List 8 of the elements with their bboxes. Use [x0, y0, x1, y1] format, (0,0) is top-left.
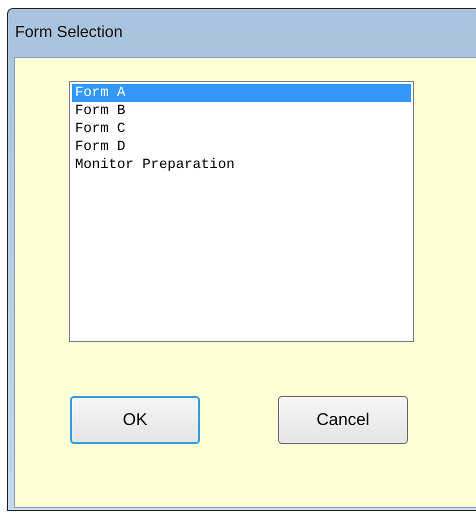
- window-title: Form Selection: [15, 23, 123, 43]
- list-item[interactable]: Form C: [72, 120, 411, 138]
- list-item[interactable]: Form B: [72, 102, 411, 120]
- cancel-button[interactable]: Cancel: [278, 396, 408, 444]
- list-item[interactable]: Monitor Preparation: [72, 156, 411, 174]
- list-item[interactable]: Form D: [72, 138, 411, 156]
- ok-button[interactable]: OK: [70, 396, 200, 444]
- form-list[interactable]: Form A Form B Form C Form D Monitor Preparation: [69, 81, 414, 342]
